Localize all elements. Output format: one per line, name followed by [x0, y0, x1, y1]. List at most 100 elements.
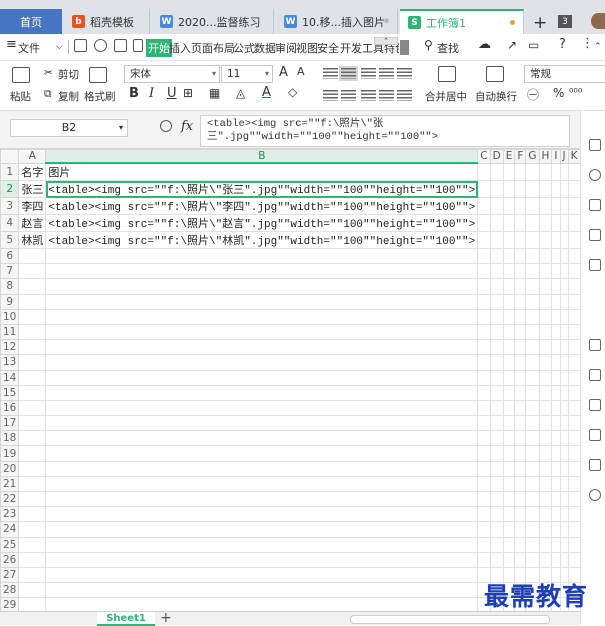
cloud-sync-icon[interactable]: ☁ — [478, 37, 491, 52]
cell-d25[interactable] — [489, 536, 504, 553]
cell-h10[interactable] — [538, 308, 553, 325]
cell-k12[interactable] — [567, 339, 580, 356]
cell-g3[interactable] — [525, 197, 540, 215]
thousands-icon[interactable]: ⁰⁰⁰ — [569, 86, 582, 99]
underline-button[interactable]: U — [167, 86, 177, 101]
cell-c17[interactable] — [477, 415, 491, 432]
column-header-h[interactable]: H — [538, 149, 553, 164]
cell-g23[interactable] — [525, 506, 540, 523]
cell-g1[interactable] — [525, 162, 540, 181]
cell-c2[interactable] — [477, 180, 491, 198]
cell-g4[interactable] — [525, 214, 540, 232]
cell-c14[interactable] — [477, 369, 491, 386]
menu-data[interactable]: 数据 — [254, 40, 276, 56]
side-doc-icon[interactable] — [589, 339, 601, 351]
cell-g25[interactable] — [525, 536, 540, 553]
cell-i3[interactable] — [551, 197, 561, 215]
cell-h7[interactable] — [538, 263, 553, 280]
cell-e20[interactable] — [502, 460, 516, 477]
cell-b26[interactable] — [45, 551, 479, 568]
help-icon[interactable]: ? — [559, 37, 566, 52]
cell-c26[interactable] — [477, 551, 491, 568]
side-grid-icon[interactable] — [589, 229, 601, 241]
cell-d24[interactable] — [489, 521, 504, 538]
cell-a3[interactable]: 李四 — [18, 197, 47, 215]
column-header-g[interactable]: G — [525, 149, 540, 164]
search-icon[interactable]: ⚲ — [424, 38, 433, 52]
row-header[interactable]: 12 — [0, 339, 20, 356]
cell-h3[interactable] — [538, 197, 553, 215]
cell-a23[interactable] — [18, 506, 47, 523]
cell-c23[interactable] — [477, 506, 491, 523]
align-middle-icon[interactable] — [339, 66, 358, 81]
cell-j8[interactable] — [559, 278, 569, 295]
side-backup-icon[interactable] — [589, 369, 601, 381]
cell-c15[interactable] — [477, 384, 491, 401]
cell-i10[interactable] — [551, 308, 561, 325]
cell-h25[interactable] — [538, 536, 553, 553]
cell-j7[interactable] — [559, 263, 569, 280]
cell-e7[interactable] — [502, 263, 516, 280]
cell-a16[interactable] — [18, 399, 47, 417]
cell-i15[interactable] — [551, 384, 561, 401]
cell-h12[interactable] — [538, 339, 553, 356]
cell-f10[interactable] — [514, 308, 527, 325]
menu-view[interactable]: 视图 — [296, 40, 318, 56]
cell-e21[interactable] — [502, 475, 516, 493]
cell-b27[interactable] — [45, 566, 479, 584]
align-top-icon[interactable] — [323, 68, 338, 79]
cell-g21[interactable] — [525, 475, 540, 493]
cell-c22[interactable] — [477, 490, 491, 508]
cell-c13[interactable] — [477, 354, 491, 371]
copy-button[interactable]: 复制 — [58, 89, 79, 104]
cell-e18[interactable] — [502, 430, 516, 447]
cell-f21[interactable] — [514, 475, 527, 493]
cell-f12[interactable] — [514, 339, 527, 356]
cell-b17[interactable] — [45, 415, 479, 432]
cell-f8[interactable] — [514, 278, 527, 295]
cell-d7[interactable] — [489, 263, 504, 280]
cell-k14[interactable] — [567, 369, 580, 386]
cell-h16[interactable] — [538, 399, 553, 417]
cell-j14[interactable] — [559, 369, 569, 386]
cell-e1[interactable] — [502, 162, 516, 181]
row-header[interactable]: 26 — [0, 551, 20, 568]
cell-a10[interactable] — [18, 308, 47, 325]
cell-f26[interactable] — [514, 551, 527, 568]
cell-j24[interactable] — [559, 521, 569, 538]
row-header[interactable]: 9 — [0, 293, 20, 310]
cell-d23[interactable] — [489, 506, 504, 523]
cell-k6[interactable] — [567, 247, 580, 265]
menu-security[interactable]: 安全 — [317, 40, 339, 56]
cell-e9[interactable] — [502, 293, 516, 310]
select-all-corner[interactable] — [0, 149, 20, 164]
cell-d12[interactable] — [489, 339, 504, 356]
cell-a28[interactable] — [18, 582, 47, 599]
cell-j13[interactable] — [559, 354, 569, 371]
cell-f3[interactable] — [514, 197, 527, 215]
increase-font-icon[interactable]: A — [279, 65, 288, 80]
column-header-c[interactable]: C — [477, 149, 491, 164]
zoom-icon[interactable] — [160, 120, 172, 132]
cell-i17[interactable] — [551, 415, 561, 432]
cell-h26[interactable] — [538, 551, 553, 568]
tab-workbook1[interactable]: S 工作簿1 — [400, 9, 524, 34]
cell-h14[interactable] — [538, 369, 553, 386]
cell-j26[interactable] — [559, 551, 569, 568]
cell-f16[interactable] — [514, 399, 527, 417]
cell-i16[interactable] — [551, 399, 561, 417]
cell-h11[interactable] — [538, 323, 553, 341]
row-header[interactable]: 19 — [0, 445, 20, 462]
cell-f24[interactable] — [514, 521, 527, 538]
menu-file[interactable]: 文件 — [18, 40, 40, 56]
cell-b21[interactable] — [45, 475, 479, 493]
side-share-icon[interactable] — [589, 399, 601, 411]
collapse-ribbon-icon[interactable]: ⌃ — [594, 42, 602, 52]
distribute-icon[interactable] — [397, 90, 412, 101]
cell-i4[interactable] — [551, 214, 561, 232]
cell-d5[interactable] — [489, 231, 504, 249]
decrease-font-icon[interactable]: A — [297, 65, 305, 78]
cell-a15[interactable] — [18, 384, 47, 401]
cell-a22[interactable] — [18, 490, 47, 508]
cell-a14[interactable] — [18, 369, 47, 386]
